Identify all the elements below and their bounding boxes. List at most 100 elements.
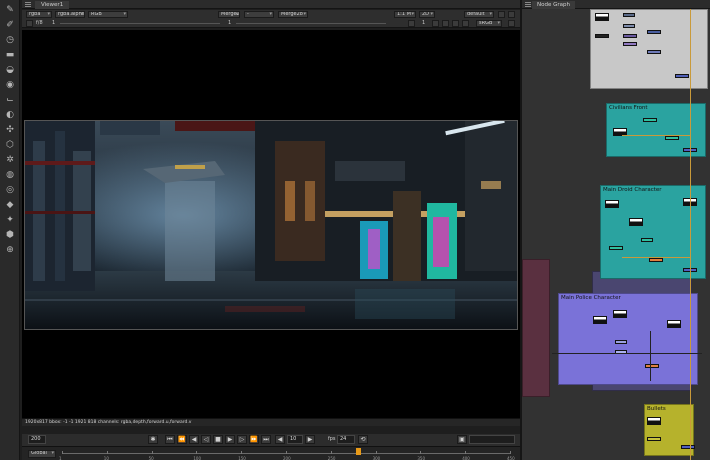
- droid-node-2[interactable]: [641, 238, 653, 242]
- police-node-1[interactable]: [615, 340, 627, 344]
- views-icon[interactable]: ◎: [4, 184, 16, 196]
- channel-icon[interactable]: ▬: [4, 49, 16, 61]
- view-profile-dropdown[interactable]: default: [464, 11, 494, 18]
- police-read-node[interactable]: [593, 316, 607, 324]
- timeline-tick-mark: [62, 451, 63, 454]
- frame-count-value[interactable]: 1: [422, 20, 425, 27]
- skip-back-button[interactable]: ◀: [275, 435, 285, 444]
- particles-icon[interactable]: ✲: [4, 154, 16, 166]
- timeline-range-dropdown[interactable]: Global: [28, 450, 56, 458]
- gain-value[interactable]: 1: [52, 20, 55, 27]
- gamma-value[interactable]: 1: [228, 20, 231, 27]
- filter-icon[interactable]: ◉: [4, 79, 16, 91]
- play-settings-icon[interactable]: ✱: [148, 435, 158, 444]
- timeline-tick-mark: [286, 451, 287, 454]
- range-field[interactable]: [469, 435, 515, 444]
- timeline-playhead[interactable]: [355, 448, 361, 455]
- droid-node-3[interactable]: [649, 258, 663, 262]
- read-node[interactable]: [595, 13, 609, 21]
- bullets-merge-node[interactable]: [681, 445, 695, 449]
- fstop-toggle-icon[interactable]: [26, 20, 33, 27]
- viewer-info-bar: 1920x817 bbox: -1 -1 1921 818 channels: …: [22, 418, 520, 426]
- droid-node-1[interactable]: [609, 246, 623, 250]
- fstop-value[interactable]: f/8: [36, 20, 43, 27]
- node-1[interactable]: [595, 34, 609, 38]
- node-graph-menu-icon[interactable]: [525, 2, 531, 7]
- overlay-toggle-icon[interactable]: [462, 20, 469, 27]
- roi-icon[interactable]: [432, 20, 439, 27]
- metadata-icon[interactable]: ◆: [4, 199, 16, 211]
- first-frame-button[interactable]: ⏮: [165, 435, 175, 444]
- viewer-lock-icon[interactable]: [508, 11, 515, 18]
- node-5[interactable]: [623, 42, 637, 46]
- fps-field[interactable]: 24: [337, 435, 355, 444]
- play-backward-button[interactable]: ◁: [201, 435, 211, 444]
- operator-dropdown[interactable]: -: [244, 11, 274, 18]
- clipping-warning-icon[interactable]: [442, 20, 449, 27]
- node-7[interactable]: [647, 50, 661, 54]
- pointer-icon[interactable]: ✎: [4, 4, 16, 16]
- toolsets-icon[interactable]: ✦: [4, 214, 16, 226]
- tab-node-graph[interactable]: Node Graph: [532, 1, 575, 9]
- flipbook-icon[interactable]: ▣: [457, 435, 467, 444]
- viewer-viewport[interactable]: [22, 30, 520, 418]
- bullets-node-1[interactable]: [647, 437, 661, 441]
- input-a-dropdown[interactable]: Merge26: [218, 11, 240, 18]
- color-mode-dropdown[interactable]: RGB: [88, 11, 128, 18]
- node-6[interactable]: [647, 30, 661, 34]
- channels-dropdown[interactable]: rgba: [26, 11, 52, 18]
- 3d-icon[interactable]: ⬡: [4, 139, 16, 151]
- police-node-3[interactable]: [645, 364, 659, 368]
- police-read-node-2[interactable]: [613, 310, 627, 318]
- previous-keyframe-button[interactable]: ⏪: [177, 435, 187, 444]
- colorspace-dropdown[interactable]: sRGB: [476, 20, 502, 27]
- loop-mode-icon[interactable]: ⟲: [358, 435, 368, 444]
- previous-frame-button[interactable]: ◀: [189, 435, 199, 444]
- clock-icon[interactable]: ◷: [4, 34, 16, 46]
- droid-read-node-2[interactable]: [629, 218, 643, 226]
- transform-icon[interactable]: ✣: [4, 124, 16, 136]
- view-2d-dropdown[interactable]: 2D: [419, 11, 435, 18]
- backdrop-bullets[interactable]: Bullets: [644, 404, 695, 456]
- node-3[interactable]: [623, 24, 635, 28]
- backdrop-civilians-front[interactable]: Civilians Front: [606, 103, 706, 157]
- bullets-read-node[interactable]: [647, 417, 661, 425]
- current-frame-field[interactable]: 200: [28, 435, 46, 444]
- alpha-channel-dropdown[interactable]: rgba.alpha: [55, 11, 85, 18]
- checkerboard-icon[interactable]: [452, 20, 459, 27]
- node-2[interactable]: [623, 13, 635, 17]
- merge-icon[interactable]: ◐: [4, 109, 16, 121]
- police-read-node-3[interactable]: [667, 320, 681, 328]
- color-icon[interactable]: ◒: [4, 64, 16, 76]
- keyer-icon[interactable]: ⌙: [4, 94, 16, 106]
- node-4[interactable]: [623, 34, 637, 38]
- deep-icon[interactable]: ◍: [4, 169, 16, 181]
- civilians-node-2[interactable]: [665, 136, 679, 140]
- next-keyframe-button[interactable]: ⏩: [249, 435, 259, 444]
- skip-frames-field[interactable]: 10: [287, 435, 303, 444]
- gamma-slider[interactable]: [236, 23, 386, 24]
- last-frame-button[interactable]: ⏭: [261, 435, 271, 444]
- input-b-dropdown[interactable]: Merge28: [278, 11, 308, 18]
- pane-menu-icon[interactable]: [25, 2, 31, 7]
- other-icon[interactable]: ⬢: [4, 229, 16, 241]
- next-frame-button[interactable]: ▷: [237, 435, 247, 444]
- proxy-toggle-icon[interactable]: [408, 20, 415, 27]
- tab-viewer[interactable]: Viewer1: [35, 1, 70, 9]
- node-8[interactable]: [675, 74, 689, 78]
- viewer-options-icon[interactable]: [508, 20, 515, 27]
- stop-button[interactable]: ■: [213, 435, 223, 444]
- civilians-node-1[interactable]: [643, 118, 657, 122]
- droid-read-node[interactable]: [605, 200, 619, 208]
- node-graph-canvas[interactable]: Civilians Front Main Droid Character Mai…: [522, 9, 710, 460]
- skip-forward-button[interactable]: ▶: [305, 435, 315, 444]
- play-forward-button[interactable]: ▶: [225, 435, 235, 444]
- furnace-icon[interactable]: ⊕: [4, 244, 16, 256]
- backdrop-main-police-character[interactable]: Main Police Character: [558, 293, 698, 385]
- zoom-dropdown[interactable]: 1:1 M: [394, 11, 416, 18]
- timeline-bar[interactable]: Global 1 10 50 100 150 200 250 300 350 400 450: [22, 446, 520, 460]
- backdrop-dim-left[interactable]: [522, 259, 550, 397]
- paint-icon[interactable]: ✐: [4, 19, 16, 31]
- viewer-settings-icon[interactable]: [498, 11, 505, 18]
- gain-slider[interactable]: [60, 23, 220, 24]
